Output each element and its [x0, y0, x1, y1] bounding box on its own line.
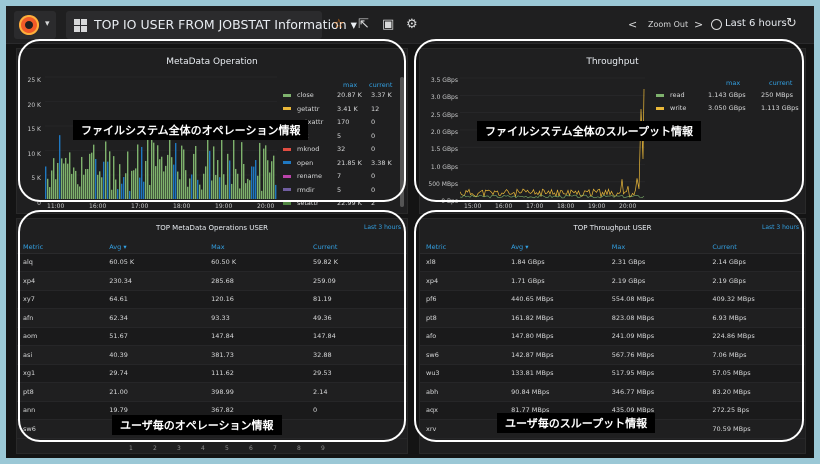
dashboard-app: ▾ TOP IO USER FROM JOBSTAT Information ▾…	[6, 6, 814, 458]
x-axis-tick: 19:00	[588, 203, 606, 210]
x-axis-tick: 11:00	[47, 203, 65, 210]
overlay-label-fs-ops: ファイルシステム全体のオペレーション情報	[73, 120, 309, 140]
x-axis-tick: 17:00	[131, 203, 149, 210]
overlay-label-user-ops: ユーザ毎のオペレーション情報	[112, 415, 282, 435]
pagination-page-8[interactable]: 8	[297, 445, 301, 452]
pagination-page-2[interactable]: 2	[153, 445, 157, 452]
refresh-icon[interactable]: ↻	[786, 16, 797, 31]
x-axis-tick: 16:00	[495, 203, 513, 210]
pagination-page-5[interactable]: 5	[225, 445, 229, 452]
x-axis-tick: 15:00	[464, 203, 482, 210]
pagination-page-4[interactable]: 4	[201, 445, 205, 452]
grafana-logo-icon	[19, 15, 39, 35]
x-axis-tick: 18:00	[173, 203, 191, 210]
x-axis-tick: 19:00	[215, 203, 233, 210]
share-icon[interactable]: ⇱	[358, 16, 369, 34]
x-axis-tick: 16:00	[89, 203, 107, 210]
annotation-outline-user-ops	[18, 210, 406, 442]
annotation-outline-user-throughput	[414, 210, 804, 442]
clock-icon	[711, 19, 722, 30]
star-icon[interactable]: ☆	[333, 16, 345, 34]
zoom-out-button[interactable]: Zoom Out	[648, 20, 688, 29]
x-axis-tick: 18:00	[557, 203, 575, 210]
pagination-page-1[interactable]: 1	[129, 445, 133, 452]
x-axis-tick: 20:00	[619, 203, 637, 210]
dashboard-title-button[interactable]: TOP IO USER FROM JOBSTAT Information ▾	[66, 11, 357, 39]
pagination-page-6[interactable]: 6	[249, 445, 253, 452]
dashboard-grid-icon	[74, 19, 87, 32]
x-axis-tick: 20:00	[257, 203, 275, 210]
pagination-page-7[interactable]: 7	[273, 445, 277, 452]
zoom-back-button[interactable]: <	[628, 18, 637, 31]
pagination-page-3[interactable]: 3	[177, 445, 181, 452]
overlay-label-fs-throughput: ファイルシステム全体のスループット情報	[477, 121, 702, 141]
pagination-page-9[interactable]: 9	[321, 445, 325, 452]
overlay-label-user-throughput: ユーザ毎のスループット情報	[497, 413, 656, 433]
save-icon[interactable]: ▣	[382, 16, 394, 34]
dashboard-title: TOP IO USER FROM JOBSTAT Information ▾	[94, 17, 357, 32]
zoom-forward-button[interactable]: >	[694, 18, 703, 31]
grafana-menu-button[interactable]: ▾	[14, 11, 56, 39]
time-range-picker[interactable]: Last 6 hours	[725, 18, 787, 29]
x-axis-tick: 17:00	[526, 203, 544, 210]
gear-icon[interactable]: ⚙	[406, 16, 418, 34]
chevron-down-icon: ▾	[45, 19, 50, 29]
